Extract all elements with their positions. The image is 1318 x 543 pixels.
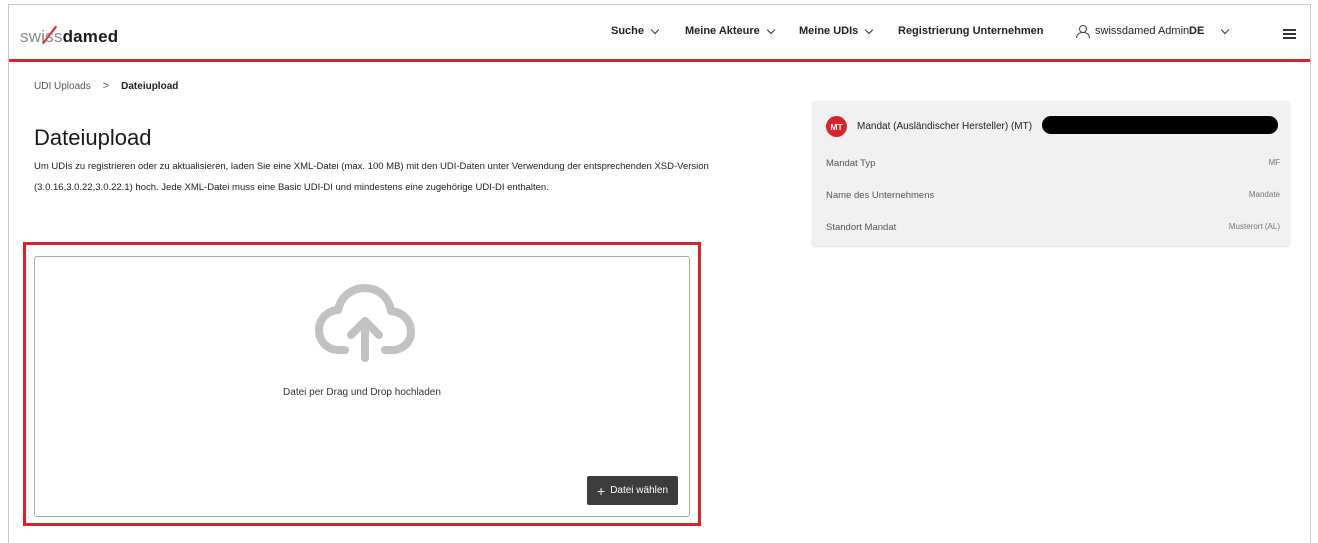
chevron-down-icon <box>865 25 874 34</box>
chevron-down-icon <box>650 25 660 34</box>
top-header: swissdamed Suche Meine Akteure Meine UDI… <box>9 5 1310 62</box>
user-menu[interactable]: swissdamed Admin <box>1076 25 1189 38</box>
nav-registrierung-unternehmen[interactable]: Registrierung Unternehmen <box>898 25 1043 37</box>
nav-suche[interactable]: Suche <box>611 25 660 37</box>
menu-icon[interactable] <box>1283 29 1296 39</box>
nav-meine-udis[interactable]: Meine UDIs <box>799 25 874 37</box>
mandate-badge: MT <box>826 116 847 137</box>
breadcrumb-current: Dateiupload <box>121 80 179 92</box>
chevron-down-icon <box>766 25 776 34</box>
page-description: Um UDIs zu registrieren oder zu aktualis… <box>34 161 709 193</box>
user-icon <box>1076 25 1090 38</box>
card-row-mandat-typ: Mandat Typ MF <box>826 158 1280 169</box>
plus-icon: + <box>597 482 606 499</box>
breadcrumb-separator: > <box>102 80 110 92</box>
chevron-down-icon <box>1221 25 1230 34</box>
logo-text: swissdamed <box>20 27 119 46</box>
file-dropzone[interactable]: Datei per Drag und Drop hochladen + Date… <box>34 256 690 517</box>
drop-instructions: Datei per Drag und Drop hochladen <box>283 387 441 398</box>
breadcrumb-udi-uploads[interactable]: UDI Uploads <box>34 81 91 92</box>
cloud-upload-icon <box>315 284 415 362</box>
language-select[interactable]: DE <box>1189 25 1230 37</box>
page-title: Dateiupload <box>34 125 152 150</box>
choose-file-button[interactable]: + Datei wählen <box>587 476 678 505</box>
card-title: Mandat (Ausländischer Hersteller) (MT) <box>857 121 1033 132</box>
breadcrumb: UDI Uploads > Dateiupload <box>34 80 178 92</box>
redacted-value <box>1042 116 1278 134</box>
card-row-unternehmen: Name des Unternehmens Mandate <box>826 190 1280 201</box>
card-header: MT Mandat (Ausländischer Hersteller) (MT… <box>826 116 1032 137</box>
card-row-standort: Standort Mandat Musterort (AL) <box>826 222 1280 233</box>
swissdamed-logo[interactable]: swissdamed <box>20 19 140 49</box>
nav-meine-akteure[interactable]: Meine Akteure <box>685 25 776 37</box>
